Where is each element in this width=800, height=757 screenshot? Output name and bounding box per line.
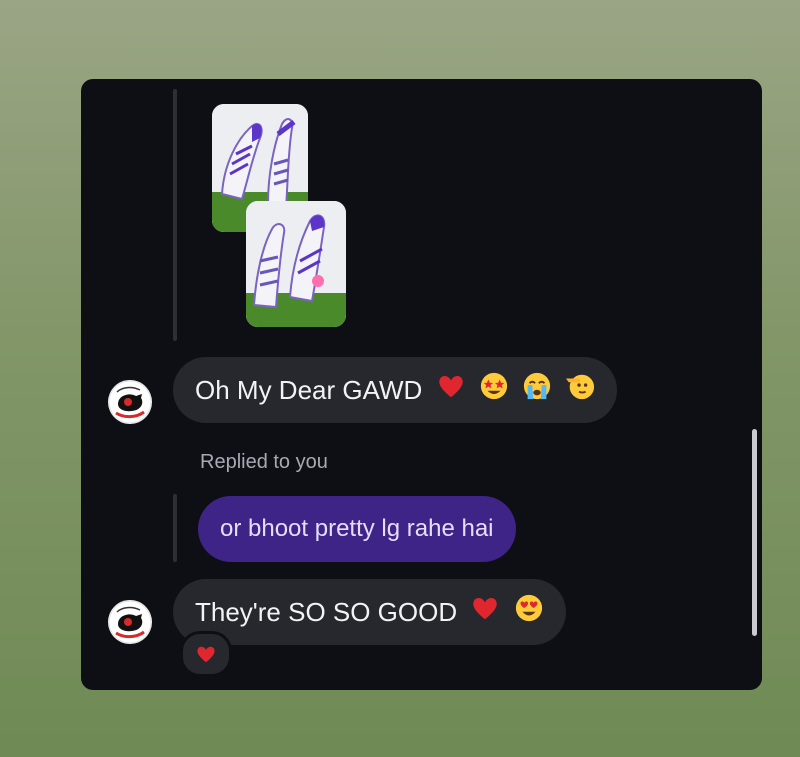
message-reaction[interactable]: [180, 631, 232, 677]
sender-avatar[interactable]: [108, 600, 152, 644]
replied-to-you-label: Replied to you: [200, 451, 328, 473]
quoted-message-bubble[interactable]: or bhoot pretty lg rahe hai: [198, 496, 516, 562]
scrollbar[interactable]: [752, 429, 757, 636]
sender-avatar[interactable]: [108, 380, 152, 424]
heart-eyes-icon: [514, 581, 544, 647]
star-struck-icon: [479, 359, 509, 425]
cooking-logo-icon: [108, 380, 152, 424]
loudly-crying-icon: [522, 359, 552, 425]
reply-thread-line: [173, 89, 177, 341]
red-heart-icon: [470, 581, 500, 647]
cooking-logo-icon: [108, 600, 152, 644]
red-heart-icon: [436, 359, 466, 425]
sneaker-photo-icon: [246, 201, 346, 327]
message-bubble[interactable]: Oh My Dear GAWD: [173, 357, 618, 425]
message-text: They're SO SO GOOD: [195, 597, 458, 627]
message-text: Oh My Dear GAWD: [195, 375, 423, 405]
quoted-message-text: or bhoot pretty lg rahe hai: [220, 515, 494, 542]
chat-thread-panel: Oh My Dear GAWD Replied to you or bhoot …: [81, 79, 762, 690]
red-heart-icon: [197, 646, 215, 663]
message-bubble[interactable]: They're SO SO GOOD: [173, 579, 566, 645]
saluting-face-icon: [565, 359, 595, 425]
quoted-message-line: [173, 494, 177, 562]
shared-image-2[interactable]: [246, 201, 346, 327]
